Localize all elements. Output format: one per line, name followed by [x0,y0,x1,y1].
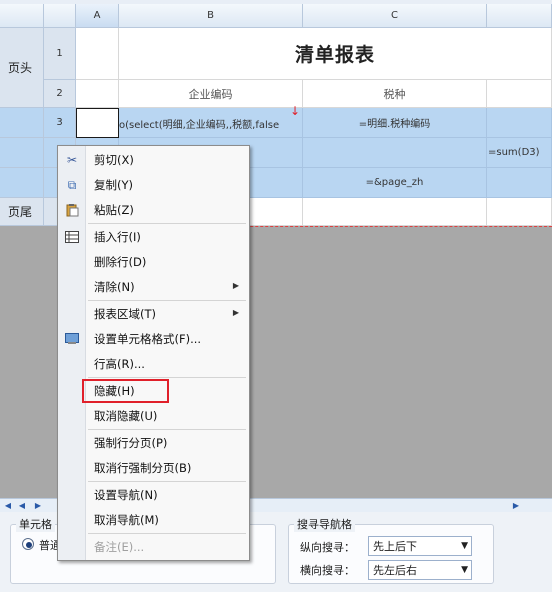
menu-item-label: 剪切(X) [94,153,134,167]
menu-item-label: 报表区域(T) [94,307,156,321]
scroll-left-icon[interactable]: ◀ [16,500,28,511]
context-menu: ✂ 剪切(X) ⧉ 复制(Y) 粘贴(Z) 插入行(I) 删除行(D) 清除(N… [57,145,250,561]
column-header-index [44,4,76,28]
cell-a2[interactable] [76,80,119,108]
band-label-header: 页头 [0,28,44,108]
column-header-c[interactable]: C [303,4,487,28]
menu-separator [88,300,246,301]
cell-d2[interactable] [487,80,552,108]
menu-item-cancel-navigation[interactable]: 取消导航(M) [58,508,249,532]
copy-icon: ⧉ [67,177,77,192]
column-header-d[interactable] [487,4,552,28]
radio-normal[interactable] [22,538,34,550]
column-header-b[interactable]: B [119,4,303,28]
menu-separator [88,481,246,482]
horizontal-search-select[interactable]: 先左后右 ▼ [368,560,472,580]
cell-b3[interactable]: o(select(明细,企业编码,,税额,false [119,108,303,138]
menu-item-label: 设置单元格格式(F)... [94,332,202,346]
cut-icon: ✂ [66,153,78,167]
horizontal-search-value: 先左后右 [373,564,417,577]
submenu-arrow-icon: ▶ [232,281,239,290]
drill-nav-title: 搜寻导航格 [294,516,355,532]
menu-separator [88,377,246,378]
menu-item-report-area[interactable]: 报表区域(T) ▶ [58,302,249,326]
cell-d4[interactable]: =sum(D3) [487,138,552,168]
menu-item-row-height[interactable]: 行高(R)... [58,352,249,376]
menu-item-note: 备注(E)... [58,535,249,559]
red-arrow-marker: ↓ [290,104,301,118]
menu-item-paste[interactable]: 粘贴(Z) [58,198,249,222]
scroll-end-icon[interactable]: ▶ [510,500,522,511]
cell-b3-formula: o(select(明细,企业编码,,税额,false [119,120,280,131]
cell-d6[interactable] [487,198,552,226]
menu-separator [88,223,246,224]
report-title: 清单报表 [294,44,375,66]
menu-item-label: 粘贴(Z) [94,203,134,217]
cell-title-merged[interactable]: 清单报表 [119,28,552,80]
menu-item-cancel-page-break[interactable]: 取消行强制分页(B) [58,456,249,480]
menu-item-label: 取消导航(M) [94,513,159,527]
cell-c2[interactable]: 税种 [303,80,487,108]
row-number-2[interactable]: 2 [44,80,76,108]
cell-c4[interactable] [303,138,487,168]
scroll-right-icon[interactable]: ▶ [32,500,44,511]
scroll-first-icon[interactable]: ◀ [2,500,14,511]
menu-item-clear[interactable]: 清除(N) ▶ [58,275,249,299]
grid-corner[interactable] [0,4,44,28]
vertical-search-label: 纵向搜寻： [300,541,355,554]
cell-format-group-title: 单元格 [16,516,55,532]
menu-item-copy[interactable]: ⧉ 复制(Y) [58,173,249,197]
menu-item-delete-row[interactable]: 删除行(D) [58,250,249,274]
cell-d3[interactable] [487,108,552,138]
menu-item-format-cells[interactable]: 设置单元格格式(F)... [58,327,249,351]
menu-item-label: 取消隐藏(U) [94,409,158,423]
menu-item-label: 行高(R)... [94,357,145,371]
cell-c6[interactable] [303,198,487,226]
cell-c5[interactable]: =&page_zh [303,168,487,198]
insert-row-icon [65,230,79,244]
menu-separator [88,533,246,534]
band-label-row3 [0,108,44,138]
band-label-footer: 页尾 [0,198,44,226]
band-label-row5 [0,168,44,198]
dropdown-arrow-icon: ▼ [461,565,468,575]
menu-item-unhide[interactable]: 取消隐藏(U) [58,404,249,428]
cell-a1[interactable] [76,28,119,80]
menu-item-label: 复制(Y) [94,178,133,192]
menu-item-label: 插入行(I) [94,230,141,244]
menu-item-cut[interactable]: ✂ 剪切(X) [58,148,249,172]
column-header-a[interactable]: A [76,4,119,28]
cell-c3[interactable]: =明细.税种编码 [303,108,487,138]
menu-item-label: 设置导航(N) [94,488,158,502]
cell-d5[interactable] [487,168,552,198]
vertical-search-select[interactable]: 先上后下 ▼ [368,536,472,556]
cell-b2[interactable]: 企业编码 [119,80,303,108]
submenu-arrow-icon: ▶ [232,308,239,317]
cell-a3-active[interactable] [76,108,119,138]
row-number-3[interactable]: 3 [44,108,76,138]
menu-separator [88,429,246,430]
highlight-box-hide [82,379,169,403]
horizontal-search-label: 横向搜寻： [300,564,355,577]
format-cell-icon [65,332,79,346]
menu-item-set-navigation[interactable]: 设置导航(N) [58,483,249,507]
menu-item-label: 强制行分页(P) [94,436,168,450]
menu-item-label: 取消行强制分页(B) [94,461,192,475]
radio-dot-icon [26,542,32,548]
dropdown-arrow-icon: ▼ [461,541,468,551]
menu-item-label: 删除行(D) [94,255,147,269]
row-number-1[interactable]: 1 [44,28,76,80]
menu-item-label: 备注(E)... [94,540,145,554]
band-label-row4 [0,138,44,168]
menu-item-label: 清除(N) [94,280,135,294]
paste-icon [65,203,79,217]
menu-item-force-page-break[interactable]: 强制行分页(P) [58,431,249,455]
vertical-search-value: 先上后下 [373,540,417,553]
menu-item-insert-row[interactable]: 插入行(I) [58,225,249,249]
